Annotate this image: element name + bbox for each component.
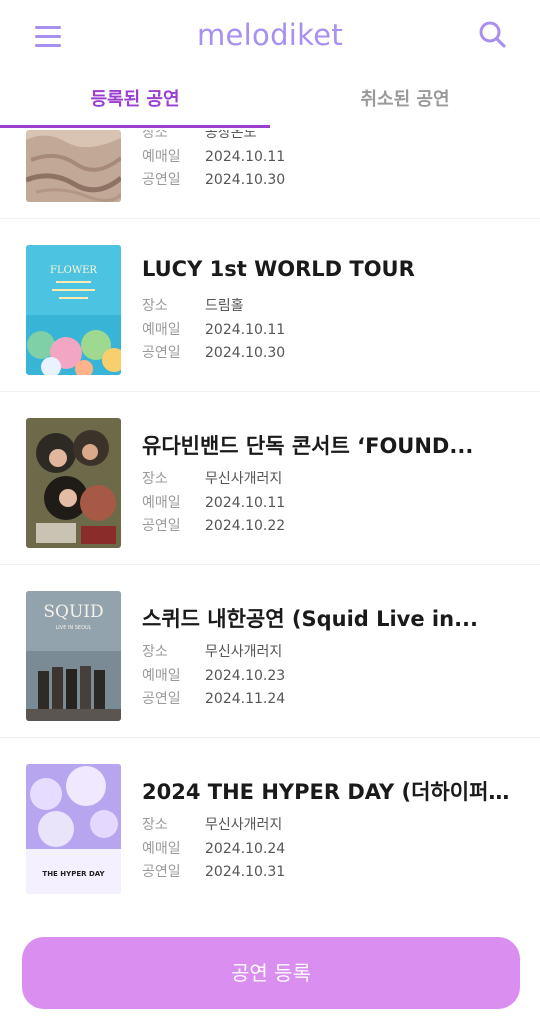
- search-icon[interactable]: [476, 18, 510, 52]
- concert-card[interactable]: FLOWER LUCY 1st WORLD TOUR 장소 드림홀 예매일 2024…: [0, 245, 540, 418]
- tab-cancelled[interactable]: 취소된 공연: [270, 74, 540, 126]
- concert-title: 유다빈밴드 단독 콘서트 ‘FOUND...: [142, 434, 474, 458]
- tab-bar: 등록된 공연 취소된 공연: [0, 74, 540, 130]
- presale-row: 예매일 2024.10.23: [142, 668, 286, 684]
- show-row: 공연일 2024.10.30: [142, 172, 286, 188]
- concert-card[interactable]: SQUID LIVE IN SEOUL 스퀴드 내한공연 (Squid Live…: [0, 591, 540, 764]
- show-row: 공연일 2024.10.30: [142, 345, 286, 361]
- concert-title: 2024 THE HYPER DAY (더하이퍼...: [142, 780, 512, 804]
- venue-row: 장소 무신사개러지: [142, 644, 283, 660]
- concert-title: LUCY 1st WORLD TOUR: [142, 257, 415, 281]
- concert-title: 스퀴드 내한공연 (Squid Live in...: [142, 607, 479, 631]
- presale-row: 예매일 2024.10.11: [142, 495, 286, 511]
- venue-row: 장소 무신사개러지: [142, 817, 283, 833]
- show-row: 공연일 2024.11.24: [142, 691, 286, 707]
- concert-card[interactable]: 유다빈밴드 단독 콘서트 ‘FOUND... 장소 무신사개러지 예매일 2024.…: [0, 418, 540, 591]
- tab-registered[interactable]: 등록된 공연: [0, 74, 270, 126]
- concert-poster: THE HYPER DAY: [26, 764, 121, 894]
- presale-row: 예매일 2024.10.11: [142, 322, 286, 338]
- svg-text:LIVE IN SEOUL: LIVE IN SEOUL: [56, 625, 92, 631]
- venue-row: 장소 무신사개러지: [142, 471, 283, 487]
- svg-text:FLOWER: FLOWER: [50, 265, 97, 276]
- presale-row: 예매일 2024.10.11: [142, 149, 286, 165]
- show-row: 공연일 2024.10.22: [142, 518, 286, 534]
- presale-row: 예매일 2024.10.24: [142, 841, 286, 857]
- app-logo: melodiket: [196, 18, 344, 52]
- app-header: melodiket: [0, 0, 540, 74]
- concert-card[interactable]: THE HYPER DAY 2024 THE HYPER DAY (더하이퍼..…: [0, 764, 540, 937]
- show-row: 공연일 2024.10.31: [142, 864, 286, 880]
- concert-poster: SQUID LIVE IN SEOUL: [26, 591, 121, 721]
- register-concert-button[interactable]: 공연 등록: [22, 937, 520, 1009]
- concert-poster: FLOWER: [26, 245, 121, 375]
- svg-text:THE HYPER DAY: THE HYPER DAY: [42, 870, 105, 878]
- concert-poster: [26, 418, 121, 548]
- concert-poster: [26, 130, 121, 202]
- svg-text:SQUID: SQUID: [43, 602, 103, 622]
- active-tab-indicator: [0, 125, 270, 128]
- venue-row: 장소 드림홀: [142, 298, 244, 314]
